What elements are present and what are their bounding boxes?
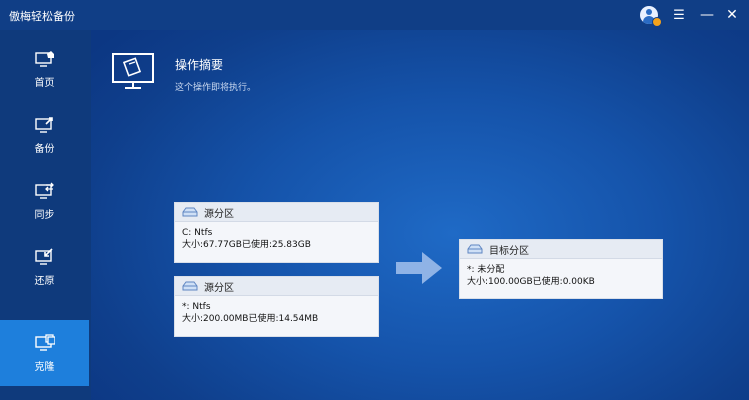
disk-icon	[182, 281, 198, 291]
menu-button[interactable]: ☰	[669, 5, 689, 25]
target-partition-card: 目标分区 *: 未分配 大小:100.00GB已使用:0.00KB	[459, 239, 663, 299]
minimize-button[interactable]: —	[697, 5, 717, 25]
sidebar-item-clone[interactable]: 克隆	[0, 320, 89, 386]
card-header-label: 目标分区	[489, 245, 529, 257]
home-monitor-icon	[34, 50, 54, 67]
main-content: 操作摘要 这个操作即将执行。 源分区 C: Ntfs 大小:67.77GB已使用…	[91, 30, 749, 400]
backup-icon	[34, 116, 53, 133]
source-partition-card: 源分区 *: Ntfs 大小:200.00MB已使用:14.54MB	[174, 276, 379, 337]
source-partition-card: 源分区 C: Ntfs 大小:67.77GB已使用:25.83GB	[174, 202, 379, 263]
app-title: 傲梅轻松备份	[9, 10, 75, 23]
card-header: 目标分区	[460, 240, 662, 259]
partition-name: *: 未分配	[467, 265, 505, 275]
partition-name: *: Ntfs	[182, 302, 211, 312]
close-button[interactable]: ✕	[722, 5, 742, 25]
partition-name: C: Ntfs	[182, 228, 213, 238]
partition-size: 大小:100.00GB已使用:0.00KB	[467, 277, 595, 287]
sidebar-item-backup[interactable]: 备份	[0, 102, 89, 168]
page-title: 操作摘要	[175, 58, 224, 72]
sidebar-item-sync[interactable]: 同步	[0, 168, 89, 234]
sidebar-item-label: 备份	[34, 143, 55, 155]
arrow-right-icon	[396, 252, 442, 284]
sidebar-item-label: 同步	[34, 209, 55, 221]
sidebar: 首页 备份 同步 还原 克隆	[0, 30, 91, 400]
title-bar: 傲梅轻松备份 ☰ — ✕	[0, 0, 749, 30]
page-subtitle: 这个操作即将执行。	[175, 83, 257, 93]
user-avatar-icon[interactable]	[639, 5, 662, 27]
disk-icon	[182, 207, 198, 217]
sidebar-item-restore[interactable]: 还原	[0, 234, 89, 300]
card-header-label: 源分区	[204, 282, 234, 294]
partition-size: 大小:200.00MB已使用:14.54MB	[182, 314, 319, 324]
sync-icon	[34, 182, 54, 199]
card-header: 源分区	[175, 203, 378, 222]
clone-icon	[34, 333, 55, 351]
card-header-label: 源分区	[204, 208, 234, 220]
sidebar-item-home[interactable]: 首页	[0, 36, 89, 102]
partition-size: 大小:67.77GB已使用:25.83GB	[182, 240, 311, 250]
operation-summary-icon	[112, 53, 154, 89]
sidebar-item-label: 克隆	[34, 361, 55, 373]
card-header: 源分区	[175, 277, 378, 296]
sidebar-item-label: 首页	[34, 77, 55, 89]
disk-icon	[467, 244, 483, 254]
sidebar-item-label: 还原	[34, 275, 55, 287]
restore-icon	[34, 247, 53, 265]
